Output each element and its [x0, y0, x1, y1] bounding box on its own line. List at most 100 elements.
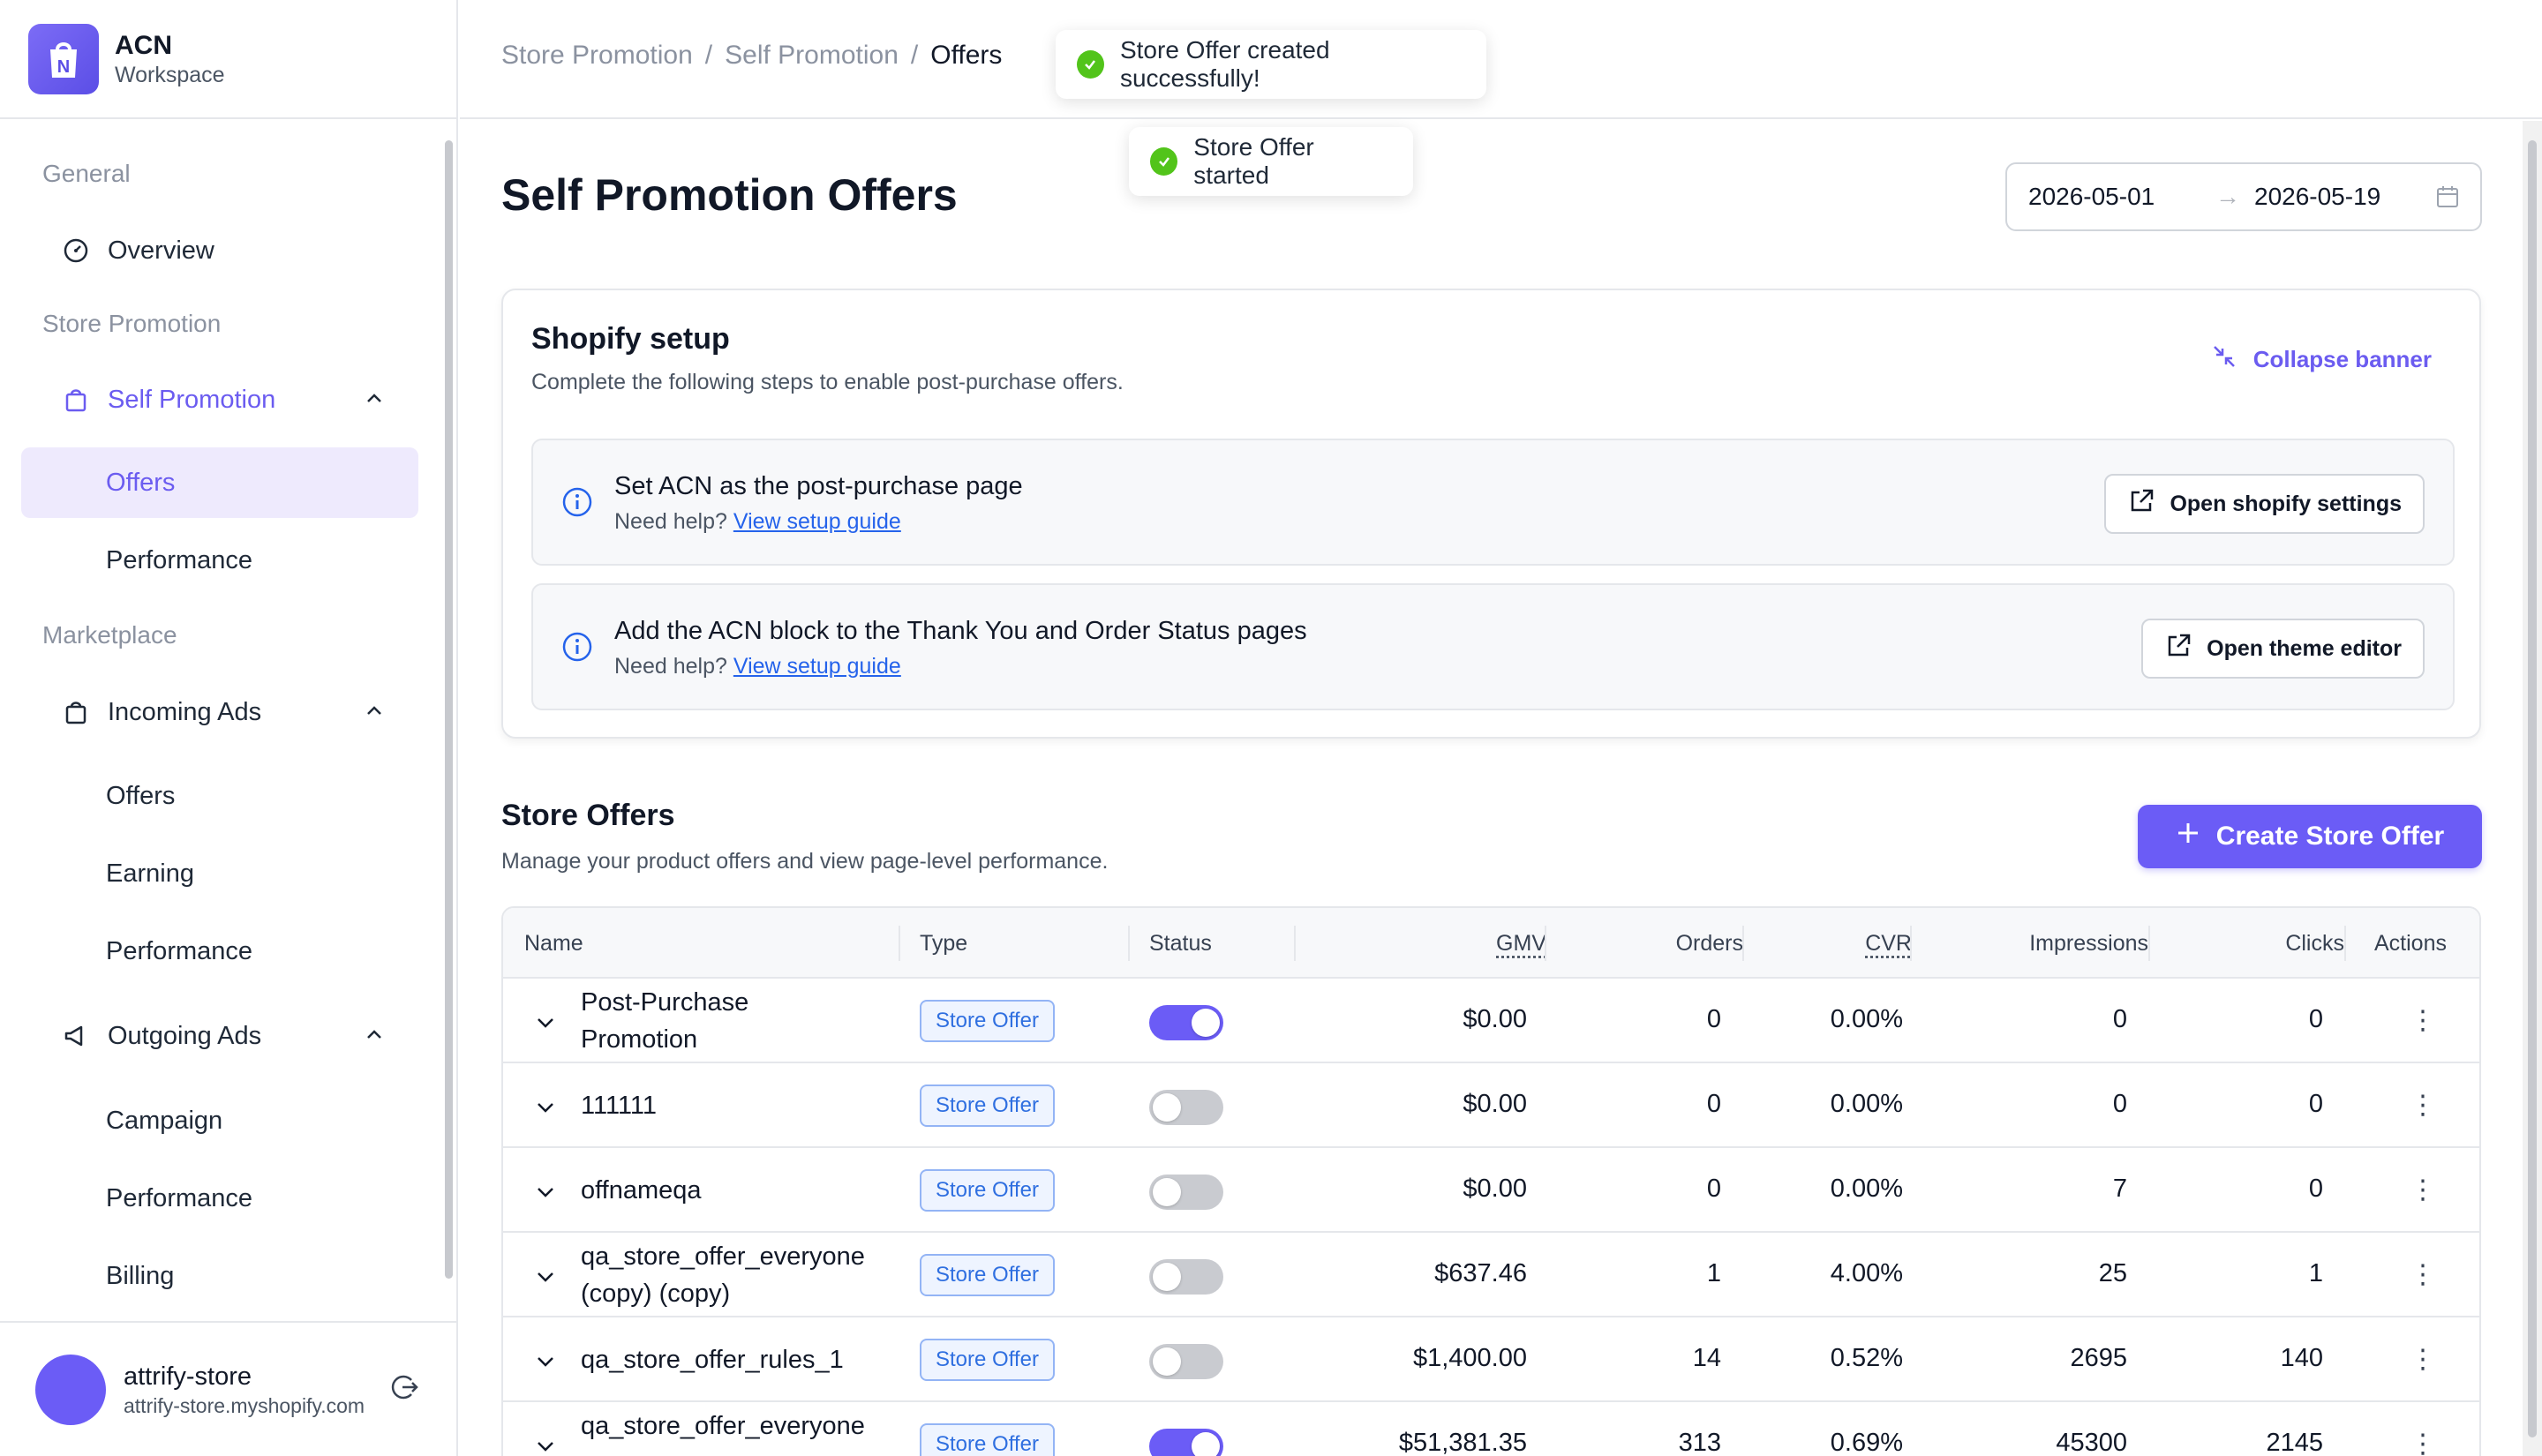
main-content: Self Promotion Offers 2026-05-01 → 2026-…: [460, 121, 2521, 1456]
logout-icon[interactable]: [388, 1371, 420, 1407]
user-profile[interactable]: attrify-store attrify-store.myshopify.co…: [0, 1321, 456, 1456]
main-scrollbar[interactable]: [2523, 121, 2542, 1456]
more-actions-icon[interactable]: ⋮: [2410, 1429, 2436, 1456]
cvr-value: 0.52%: [1830, 1344, 1903, 1372]
step-title: Add the ACN block to the Thank You and O…: [614, 617, 1307, 645]
offer-name: qa_store_offer_rules_1: [581, 1346, 844, 1374]
chevron-down-icon[interactable]: [533, 1095, 558, 1127]
status-toggle[interactable]: [1149, 1429, 1223, 1456]
nav-section-marketplace: Marketplace: [42, 621, 177, 649]
sidebar-item-outgoing-performance[interactable]: Performance: [21, 1163, 418, 1234]
view-setup-guide-link[interactable]: View setup guide: [733, 654, 901, 679]
column-header-orders: Orders: [1675, 931, 1743, 956]
shopify-setup-banner: Shopify setup Complete the following ste…: [501, 289, 2481, 739]
table-row[interactable]: qa_store_offer_rules_1 Store Offer $1,400.…: [503, 1317, 2479, 1402]
offer-name: qa_store_offer_everyone: [581, 1412, 865, 1440]
column-header-cvr[interactable]: CVR: [1801, 931, 1912, 957]
open-shopify-settings-button[interactable]: Open shopify settings: [2104, 474, 2425, 534]
column-header-clicks: Clicks: [2285, 931, 2344, 956]
offer-name: Post-Purchase Promotion: [581, 988, 749, 1054]
info-icon: [561, 486, 593, 522]
view-setup-guide-link[interactable]: View setup guide: [733, 509, 901, 534]
chevron-up-icon[interactable]: [362, 698, 387, 730]
dashboard-icon: [60, 235, 92, 266]
date-range-end[interactable]: 2026-05-19: [2254, 183, 2380, 211]
toast-success: Store Offer created successfully!: [1056, 30, 1486, 99]
chevron-up-icon[interactable]: [362, 1022, 387, 1054]
page-title: Self Promotion Offers: [501, 170, 958, 220]
orders-value: 313: [1678, 1429, 1721, 1456]
button-label: Create Store Offer: [2215, 822, 2445, 851]
step-help: Need help? View setup guide: [614, 654, 901, 679]
sidebar-nav: General Overview Store Promotion Self Pr…: [0, 121, 441, 1321]
sidebar-item-outgoing-ads[interactable]: Outgoing Ads: [21, 1001, 418, 1071]
impressions-value: 0: [2112, 1090, 2127, 1118]
sidebar-item-overview[interactable]: Overview: [21, 215, 418, 286]
sidebar-scrollbar-thumb[interactable]: [445, 140, 453, 1279]
open-theme-editor-button[interactable]: Open theme editor: [2141, 619, 2425, 679]
clicks-value: 0: [2308, 1175, 2323, 1203]
column-header-impressions: Impressions: [2029, 931, 2148, 956]
sidebar-item-self-promotion-performance[interactable]: Performance: [21, 525, 418, 596]
status-toggle[interactable]: [1149, 1344, 1223, 1379]
more-actions-icon[interactable]: ⋮: [2410, 1344, 2436, 1375]
impressions-value: 7: [2112, 1175, 2127, 1203]
gmv-value: $51,381.35: [1398, 1429, 1527, 1456]
orders-value: 14: [1692, 1344, 1721, 1372]
main-scrollbar-thumb[interactable]: [2528, 140, 2537, 1437]
column-header-status: Status: [1149, 931, 1212, 956]
date-range-start[interactable]: 2026-05-01: [2028, 183, 2155, 211]
status-toggle[interactable]: [1149, 1259, 1223, 1295]
cvr-value: 0.00%: [1830, 1175, 1903, 1203]
brand-subtitle: Workspace: [115, 62, 225, 87]
orders-value: 0: [1706, 1005, 1721, 1033]
impressions-value: 25: [2098, 1259, 2127, 1287]
plus-icon: [2176, 821, 2200, 852]
top-header: Store Promotion / Self Promotion / Offer…: [460, 0, 2542, 119]
more-actions-icon[interactable]: ⋮: [2410, 1259, 2436, 1290]
column-header-actions: Actions: [2374, 931, 2447, 956]
breadcrumb-store-promotion[interactable]: Store Promotion: [501, 41, 693, 71]
status-toggle[interactable]: [1149, 1005, 1223, 1040]
create-store-offer-button[interactable]: Create Store Offer: [2138, 805, 2482, 868]
date-range-picker[interactable]: 2026-05-01 → 2026-05-19: [2005, 162, 2482, 231]
table-row[interactable]: Post-Purchase Promotion Store Offer $0.00 0…: [503, 979, 2479, 1063]
clicks-value: 0: [2308, 1005, 2323, 1033]
more-actions-icon[interactable]: ⋮: [2410, 1175, 2436, 1205]
cvr-value: 0.69%: [1830, 1429, 1903, 1456]
type-badge: Store Offer: [920, 1084, 1055, 1127]
chevron-down-icon[interactable]: [533, 1434, 558, 1456]
status-toggle[interactable]: [1149, 1090, 1223, 1125]
sidebar-scrollbar[interactable]: [441, 121, 455, 1321]
column-header-gmv[interactable]: GMV: [1458, 931, 1546, 957]
chevron-down-icon[interactable]: [533, 1010, 558, 1042]
chevron-down-icon[interactable]: [533, 1265, 558, 1296]
table-row[interactable]: qa_store_offer_everyone Store Offer $51,38…: [503, 1402, 2479, 1456]
sidebar-item-incoming-offers[interactable]: Offers: [21, 761, 418, 831]
external-link-icon: [2164, 632, 2192, 666]
sidebar-item-self-promotion[interactable]: Self Promotion: [21, 364, 418, 435]
sidebar-item-incoming-performance[interactable]: Performance: [21, 916, 418, 987]
sidebar-item-earning[interactable]: Earning: [21, 838, 418, 909]
chevron-down-icon[interactable]: [533, 1180, 558, 1212]
sidebar-item-self-promotion-offers[interactable]: Offers: [21, 447, 418, 518]
table-row[interactable]: 111111 Store Offer $0.00 0 0.00% 0 0 ⋮: [503, 1063, 2479, 1148]
chevron-up-icon[interactable]: [362, 386, 387, 417]
more-actions-icon[interactable]: ⋮: [2410, 1005, 2436, 1036]
more-actions-icon[interactable]: ⋮: [2410, 1090, 2436, 1121]
nav-section-store-promotion: Store Promotion: [42, 310, 222, 337]
table-row[interactable]: offnameqa Store Offer $0.00 0 0.00% 7 0 ⋮: [503, 1148, 2479, 1233]
avatar[interactable]: [35, 1354, 106, 1425]
cvr-value: 0.00%: [1830, 1005, 1903, 1033]
toast-message: Store Offer created successfully!: [1119, 36, 1330, 92]
sidebar-item-billing[interactable]: Billing: [21, 1241, 418, 1311]
table-row[interactable]: qa_store_offer_everyone (copy) (copy) Sto…: [503, 1233, 2479, 1317]
collapse-banner-button[interactable]: Collapse banner: [2211, 343, 2432, 376]
breadcrumb-self-promotion[interactable]: Self Promotion: [725, 41, 899, 71]
status-toggle[interactable]: [1149, 1175, 1223, 1210]
offer-name: offnameqa: [581, 1176, 702, 1205]
chevron-down-icon[interactable]: [533, 1349, 558, 1381]
sidebar-item-campaign[interactable]: Campaign: [21, 1085, 418, 1156]
sidebar-item-incoming-ads[interactable]: Incoming Ads: [21, 677, 418, 747]
brand-logo[interactable]: N: [28, 23, 99, 94]
